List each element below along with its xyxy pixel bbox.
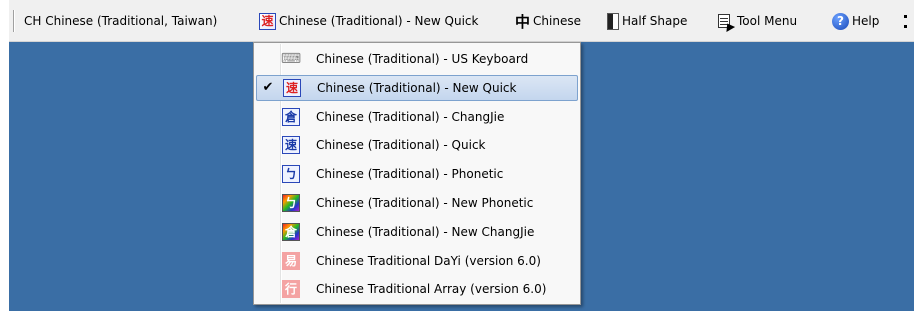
new-quick-icon: 速 — [283, 78, 301, 97]
keyboard-icon: ⌨ — [280, 51, 302, 67]
menu-item[interactable]: 行 Chinese Traditional Array (version 6.0) — [256, 276, 578, 302]
menu-item-label: Chinese (Traditional) - New ChangJie — [316, 224, 535, 239]
left-edge-strip — [0, 0, 9, 311]
langbar-options-button[interactable] — [902, 0, 908, 42]
language-bar: CH Chinese (Traditional, Taiwan) 速 Chine… — [9, 0, 914, 42]
chinese-mode-icon: 中 — [515, 12, 531, 31]
menu-item[interactable]: 速 Chinese (Traditional) - Quick — [256, 132, 578, 158]
menu-item[interactable]: ㄅ Chinese (Traditional) - New Phonetic — [256, 190, 578, 216]
langbar-grip[interactable] — [13, 10, 14, 32]
shape-label: Half Shape — [622, 14, 688, 28]
help-button[interactable]: ? Help — [832, 0, 879, 42]
menu-item[interactable]: 易 Chinese Traditional DaYi (version 6.0) — [256, 248, 578, 274]
new-phonetic-icon: ㄅ — [282, 194, 300, 212]
menu-item-label: Chinese (Traditional) - Quick — [316, 138, 486, 153]
language-label: CH Chinese (Traditional, Taiwan) — [24, 14, 218, 28]
options-icon — [902, 11, 908, 31]
help-label: Help — [852, 14, 880, 28]
shape-toggle-button[interactable]: Half Shape — [607, 0, 687, 42]
tool-menu-button[interactable]: Tool Menu — [717, 0, 797, 42]
array-icon: 行 — [282, 280, 300, 299]
new-quick-ime-icon: 速 — [259, 12, 276, 30]
checkmark-icon: ✔ — [262, 80, 274, 96]
input-mode-button[interactable]: 中 Chinese — [515, 0, 581, 42]
tool-menu-icon — [717, 13, 736, 32]
menu-item[interactable]: ✔ 速 Chinese (Traditional) - New Quick — [256, 74, 578, 101]
changjie-icon: 倉 — [282, 107, 300, 126]
menu-item-label: Chinese Traditional DaYi (version 6.0) — [316, 253, 541, 268]
input-mode-label: Chinese — [533, 14, 581, 28]
ime-label: Chinese (Traditional) - New Quick — [279, 14, 479, 28]
quick-icon: 速 — [282, 136, 300, 155]
menu-item[interactable]: 倉 Chinese (Traditional) - New ChangJie — [256, 219, 578, 245]
menu-item-label: Chinese (Traditional) - Phonetic — [316, 167, 504, 182]
menu-item-label: Chinese Traditional Array (version 6.0) — [316, 282, 547, 297]
menu-item[interactable]: 倉 Chinese (Traditional) - ChangJie — [256, 104, 578, 130]
language-indicator-button[interactable]: CH Chinese (Traditional, Taiwan) — [24, 0, 217, 42]
menu-item-label: Chinese (Traditional) - US Keyboard — [316, 52, 529, 66]
menu-item-label: Chinese (Traditional) - New Phonetic — [316, 196, 534, 210]
new-changjie-icon: 倉 — [282, 222, 300, 241]
menu-item-label: Chinese (Traditional) - ChangJie — [316, 109, 505, 124]
phonetic-icon: ㄅ — [282, 165, 300, 184]
tool-menu-label: Tool Menu — [737, 14, 798, 28]
half-shape-icon — [607, 12, 619, 30]
ime-dropdown-menu: ⌨ Chinese (Traditional) - US Keyboard ✔ 速 Ch… — [253, 42, 581, 305]
help-icon: ? — [832, 12, 849, 30]
ime-selector-button[interactable]: 速 Chinese (Traditional) - New Quick — [259, 0, 478, 42]
menu-item-label: Chinese (Traditional) - New Quick — [317, 80, 517, 95]
menu-item[interactable]: ㄅ Chinese (Traditional) - Phonetic — [256, 161, 578, 187]
dayi-icon: 易 — [282, 251, 300, 270]
menu-item[interactable]: ⌨ Chinese (Traditional) - US Keyboard — [256, 46, 578, 72]
